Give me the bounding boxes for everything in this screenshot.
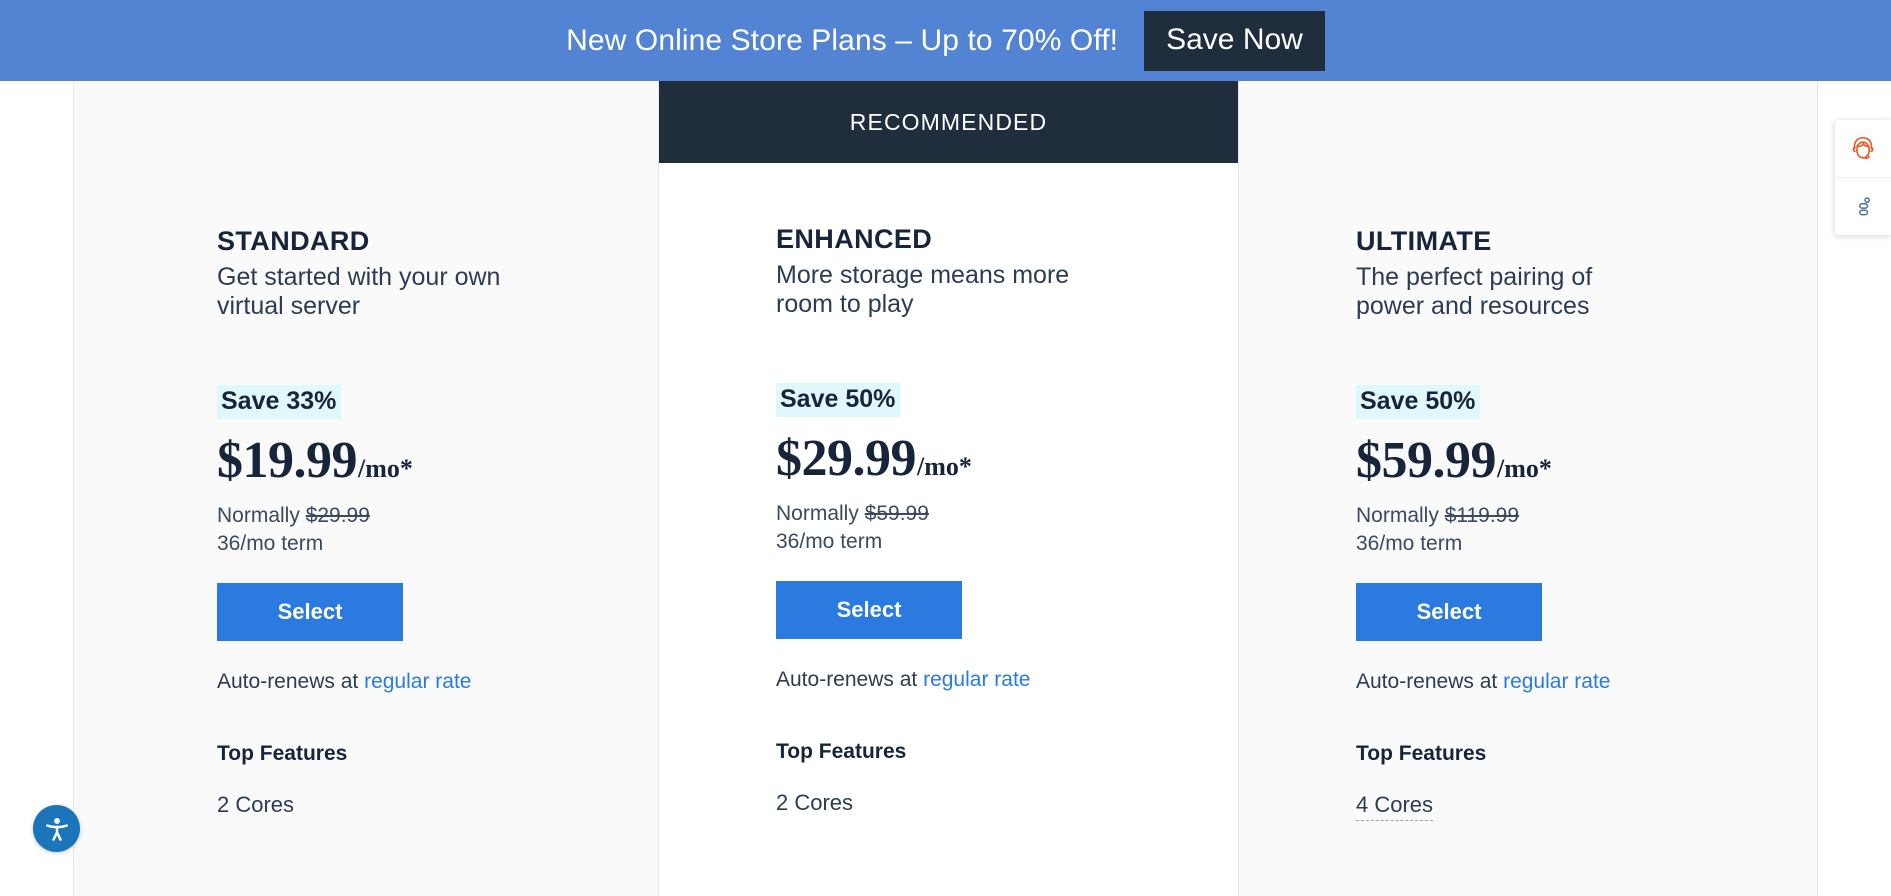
renew-note-enhanced: Auto-renews at regular rate <box>776 668 1238 692</box>
plan-body-enhanced: ENHANCED More storage means more room to… <box>659 163 1238 816</box>
features-title-ultimate: Top Features <box>1356 742 1487 766</box>
chat-options-button[interactable] <box>1835 177 1891 235</box>
plan-tagline-enhanced: More storage means more room to play <box>776 260 1070 318</box>
select-button-ultimate[interactable]: Select <box>1356 583 1542 642</box>
term-standard: 36/mo term <box>217 532 324 556</box>
renew-prefix-ultimate: Auto-renews at <box>1356 670 1504 694</box>
save-badge-ultimate: Save 50% <box>1356 385 1481 419</box>
plan-body-standard: STANDARD Get started with your own virtu… <box>74 81 658 818</box>
normally-row-enhanced: Normally $59.99 <box>776 501 1238 527</box>
save-badge-standard: Save 33% <box>217 385 342 419</box>
save-badge-enhanced: Save 50% <box>776 383 901 417</box>
side-widget <box>1835 120 1891 235</box>
accessibility-button[interactable] <box>33 805 80 852</box>
price-enhanced: $29.99 <box>776 429 917 487</box>
select-button-standard[interactable]: Select <box>217 583 403 642</box>
plan-name-standard: STANDARD <box>217 226 370 256</box>
price-ultimate: $59.99 <box>1356 431 1497 489</box>
select-button-enhanced[interactable]: Select <box>776 581 962 640</box>
normally-price-ultimate: $119.99 <box>1444 503 1520 527</box>
price-row-standard: $19.99 /mo* <box>217 431 658 489</box>
support-agent-button[interactable] <box>1835 120 1891 177</box>
feature-item-enhanced-0: 2 Cores <box>776 790 854 816</box>
renew-prefix-enhanced: Auto-renews at <box>776 668 924 692</box>
plan-tagline-ultimate: The perfect pairing of power and resourc… <box>1356 262 1593 320</box>
renew-note-standard: Auto-renews at regular rate <box>217 670 658 694</box>
accessibility-icon <box>45 817 68 841</box>
support-agent-icon <box>1852 136 1874 159</box>
promo-banner: New Online Store Plans – Up to 70% Off! … <box>0 0 1891 81</box>
regular-rate-link-enhanced[interactable]: regular rate <box>923 668 1030 691</box>
normally-row-standard: Normally $29.99 <box>217 503 658 529</box>
features-title-enhanced: Top Features <box>776 740 907 764</box>
price-row-enhanced: $29.99 /mo* <box>776 429 1238 487</box>
normally-price-enhanced: $59.99 <box>864 501 929 525</box>
promo-banner-content: New Online Store Plans – Up to 70% Off! … <box>566 10 1325 71</box>
plan-body-ultimate: ULTIMATE The perfect pairing of power an… <box>1239 81 1817 822</box>
save-now-button[interactable]: Save Now <box>1144 10 1325 71</box>
renew-note-ultimate: Auto-renews at regular rate <box>1356 670 1817 694</box>
renew-prefix-standard: Auto-renews at <box>217 670 365 694</box>
term-enhanced: 36/mo term <box>776 530 883 554</box>
feature-item-standard-0: 2 Cores <box>217 792 295 818</box>
price-suffix-enhanced: /mo* <box>917 451 972 481</box>
normally-label-ultimate: Normally <box>1356 503 1439 527</box>
plan-card-enhanced: RECOMMENDED ENHANCED More storage means … <box>659 81 1239 896</box>
regular-rate-link-ultimate[interactable]: regular rate <box>1503 670 1610 693</box>
normally-label-standard: Normally <box>217 503 300 527</box>
price-suffix-ultimate: /mo* <box>1497 453 1552 483</box>
promo-message: New Online Store Plans – Up to 70% Off! <box>566 23 1119 57</box>
features-title-standard: Top Features <box>217 742 348 766</box>
normally-label-enhanced: Normally <box>776 501 859 525</box>
price-row-ultimate: $59.99 /mo* <box>1356 431 1817 489</box>
price-standard: $19.99 <box>217 431 358 489</box>
plan-card-ultimate: ULTIMATE The perfect pairing of power an… <box>1239 81 1817 896</box>
feature-item-ultimate-0[interactable]: 4 Cores <box>1356 792 1434 822</box>
plan-card-standard: STANDARD Get started with your own virtu… <box>74 81 659 896</box>
normally-price-standard: $29.99 <box>305 503 370 527</box>
plans-container: STANDARD Get started with your own virtu… <box>73 81 1818 896</box>
normally-row-ultimate: Normally $119.99 <box>1356 503 1817 529</box>
plan-tagline-standard: Get started with your own virtual server <box>217 262 501 320</box>
plan-name-enhanced: ENHANCED <box>776 224 933 254</box>
recommended-ribbon: RECOMMENDED <box>659 81 1238 163</box>
pricing-page: New Online Store Plans – Up to 70% Off! … <box>0 0 1891 896</box>
chat-options-icon <box>1859 196 1870 215</box>
price-suffix-standard: /mo* <box>358 453 413 483</box>
plan-name-ultimate: ULTIMATE <box>1356 226 1492 256</box>
regular-rate-link-standard[interactable]: regular rate <box>364 670 471 693</box>
term-ultimate: 36/mo term <box>1356 532 1463 556</box>
